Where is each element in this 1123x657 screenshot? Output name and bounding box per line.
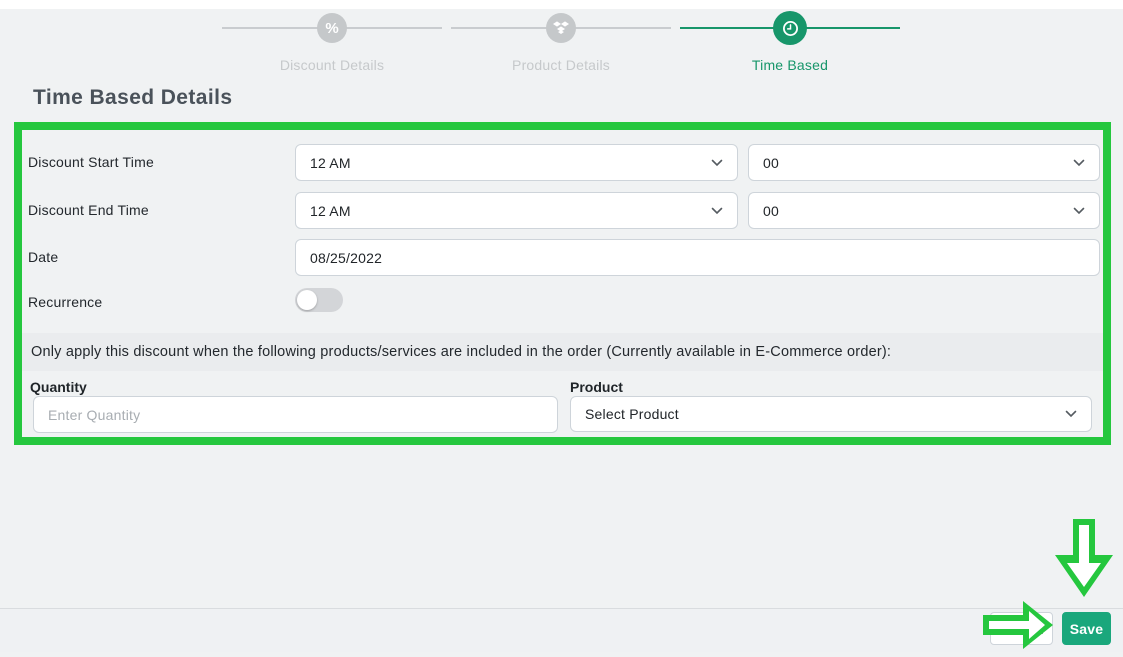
wizard-stepper: % Discount Details Product Details Time … [222, 13, 900, 69]
annotation-arrow-down-icon [1053, 519, 1115, 604]
chevron-down-icon [1065, 410, 1077, 418]
end-minute-select[interactable]: 00 [748, 192, 1100, 229]
quantity-input[interactable] [33, 396, 558, 433]
discount-start-time-label: Discount Start Time [28, 154, 154, 170]
chevron-down-icon [711, 159, 723, 167]
quantity-label: Quantity [30, 379, 87, 395]
recurrence-label: Recurrence [28, 294, 102, 310]
toggle-knob [297, 290, 317, 310]
start-minute-value: 00 [763, 155, 779, 171]
step-label: Time Based [680, 57, 900, 73]
page-title: Time Based Details [33, 86, 232, 110]
date-label: Date [28, 249, 58, 265]
step-label: Discount Details [222, 57, 442, 73]
step-product-details[interactable]: Product Details [451, 13, 671, 69]
discount-end-time-label: Discount End Time [28, 202, 149, 218]
start-minute-select[interactable]: 00 [748, 144, 1100, 181]
percent-glyph: % [325, 20, 338, 37]
product-box-icon [546, 13, 576, 43]
start-hour-select[interactable]: 12 AM [295, 144, 738, 181]
annotation-arrow-right-icon [983, 599, 1055, 657]
clock-icon [773, 11, 807, 45]
products-note: Only apply this discount when the follow… [22, 333, 1103, 371]
top-strip [0, 0, 1123, 9]
chevron-down-icon [711, 207, 723, 215]
end-minute-value: 00 [763, 203, 779, 219]
date-input[interactable] [295, 239, 1100, 276]
percent-icon: % [317, 13, 347, 43]
save-button[interactable]: Save [1062, 612, 1111, 645]
chevron-down-icon [1073, 207, 1085, 215]
end-hour-select[interactable]: 12 AM [295, 192, 738, 229]
footer-bar [0, 608, 1123, 652]
step-label: Product Details [451, 57, 671, 73]
recurrence-toggle[interactable] [295, 288, 343, 312]
end-hour-value: 12 AM [310, 203, 351, 219]
product-select-value: Select Product [585, 406, 679, 422]
step-discount-details[interactable]: % Discount Details [222, 13, 442, 69]
start-hour-value: 12 AM [310, 155, 351, 171]
chevron-down-icon [1073, 159, 1085, 167]
product-label: Product [570, 379, 623, 395]
time-based-form-highlight: Discount Start Time 12 AM 00 Discount En… [14, 122, 1111, 445]
product-select[interactable]: Select Product [570, 396, 1092, 432]
step-time-based[interactable]: Time Based [680, 13, 900, 69]
